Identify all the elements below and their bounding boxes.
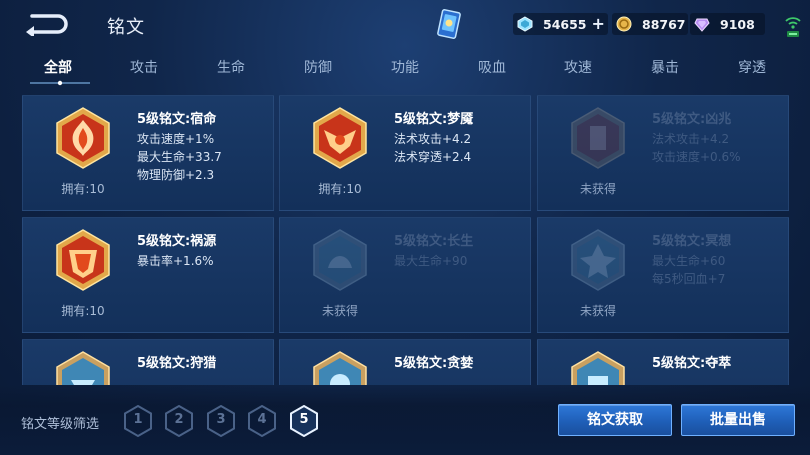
tab-defense[interactable]: 防御 [304,57,332,77]
inscription-stat: 每5秒回血+7 [652,272,726,286]
inscription-emblem-icon [571,229,625,291]
inscription-stat: 攻击速度+1% [137,132,215,146]
inscription-stat: 最大生命+60 [652,254,726,268]
inscription-name: 5级铭文:贪婪 [394,356,474,371]
tab-all[interactable]: 全部 [44,57,72,77]
inscription-name: 5级铭文:狩猎 [137,356,217,371]
inscription-card-icon[interactable] [437,9,461,39]
level-filter-label-4: 4 [257,412,267,427]
page-title: 铭文 [107,17,145,38]
inscription-stat: 暴击率+1.6% [137,254,214,268]
gold-value: 88767 [642,16,686,32]
level-filter-4[interactable]: 4 [247,405,277,437]
owned-count: 拥有:10 [61,304,105,318]
owned-count: 拥有:10 [61,182,105,196]
top-bar: 铭文 54655 + 88767 9108 [0,0,810,48]
inscription-stat: 最大生命+90 [394,254,468,268]
inscription-name: 5级铭文:长生 [394,234,474,249]
inscription-card-huoyuan[interactable]: 5级铭文:祸源 暴击率+1.6% 拥有:10 [22,217,274,333]
tab-attack[interactable]: 攻击 [130,57,158,77]
diamond-icon [517,16,533,32]
owned-count: 拥有:10 [318,182,362,196]
inscription-grid: 5级铭文:宿命 攻击速度+1% 最大生命+33.7 物理防御+2.3 拥有:10… [20,95,810,385]
inscription-stat: 法术穿透+2.4 [394,150,472,164]
category-tabs: 全部 攻击 生命 防御 功能 吸血 攻速 暴击 穿透 [0,52,810,86]
tab-attack-speed[interactable]: 攻速 [564,57,592,77]
level-filter-1[interactable]: 1 [123,405,153,437]
level-filter-label: 铭文等级筛选 [21,417,100,432]
tab-critical[interactable]: 暴击 [651,57,679,77]
tab-health[interactable]: 生命 [217,57,245,77]
inscription-name: 5级铭文:祸源 [137,234,217,249]
inscription-stat: 法术攻击+4.2 [652,132,730,146]
tab-lifesteal[interactable]: 吸血 [478,57,506,77]
level-filter-2[interactable]: 2 [164,405,194,437]
owned-count: 未获得 [579,304,616,318]
gem-icon [694,18,710,32]
tab-penetration[interactable]: 穿透 [738,57,766,77]
batch-sell-button[interactable]: 批量出售 [681,404,795,436]
inscription-emblem-icon [313,107,367,169]
inscription-name: 5级铭文:冥想 [652,234,732,249]
inscription-card-suming[interactable]: 5级铭文:宿命 攻击速度+1% 最大生命+33.7 物理防御+2.3 拥有:10 [22,95,274,211]
add-diamond-button[interactable]: + [592,16,605,32]
diamond-value: 54655 [543,16,587,32]
inscription-name: 5级铭文:凶兆 [652,112,732,127]
inscription-emblem-icon [56,107,110,169]
active-tab-indicator [30,80,90,86]
inscription-card-shoulie[interactable]: 5级铭文:狩猎 [22,339,274,385]
level-filter-label-3: 3 [216,412,226,427]
gold-coin-icon [616,16,632,32]
inscription-card-mengyan[interactable]: 5级铭文:梦魇 法术攻击+4.2 法术穿透+2.4 拥有:10 [279,95,531,211]
inscription-stat: 攻击速度+0.6% [652,150,741,164]
diamond-balance: 54655 + [513,13,608,35]
acquire-inscription-button[interactable]: 铭文获取 [558,404,672,436]
inscription-stat: 物理防御+2.3 [137,168,215,182]
level-filter-label-5: 5 [299,412,309,427]
owned-count: 未获得 [321,304,358,318]
gem-balance: 9108 [690,13,765,35]
wifi-signal-icon [785,17,801,37]
inscription-name: 5级铭文:夺萃 [652,356,732,371]
inscription-card-duocui[interactable]: 5级铭文:夺萃 [537,339,789,385]
inscription-card-changsheng[interactable]: 5级铭文:长生 最大生命+90 未获得 [279,217,531,333]
owned-count: 未获得 [579,182,616,196]
inscription-emblem-icon [56,229,110,291]
inscription-stat: 法术攻击+4.2 [394,132,472,146]
level-filter-3[interactable]: 3 [206,405,236,437]
inscription-emblem-icon [56,351,110,385]
bottom-bar: 铭文等级筛选 1 2 3 4 5 铭文获取 批量出售 [0,385,810,455]
tab-function[interactable]: 功能 [391,57,419,77]
inscription-name: 5级铭文:梦魇 [394,112,474,127]
inscription-stat: 最大生命+33.7 [137,150,222,164]
level-filter-label-1: 1 [133,412,143,427]
level-filter-5[interactable]: 5 [289,405,319,437]
inscription-card-xiongzhao[interactable]: 5级铭文:凶兆 法术攻击+4.2 攻击速度+0.6% 未获得 [537,95,789,211]
inscription-name: 5级铭文:宿命 [137,112,217,127]
inscription-emblem-icon [313,229,367,291]
gold-balance: 88767 [612,13,688,35]
inscription-emblem-icon [571,107,625,169]
inscription-card-mingxiang[interactable]: 5级铭文:冥想 最大生命+60 每5秒回血+7 未获得 [537,217,789,333]
back-arrow-icon[interactable] [22,12,70,36]
gem-value: 9108 [720,16,755,32]
inscription-card-tanlan[interactable]: 5级铭文:贪婪 [279,339,531,385]
inscription-emblem-icon [571,351,625,385]
inscription-emblem-icon [313,351,367,385]
level-filter-label-2: 2 [174,412,184,427]
